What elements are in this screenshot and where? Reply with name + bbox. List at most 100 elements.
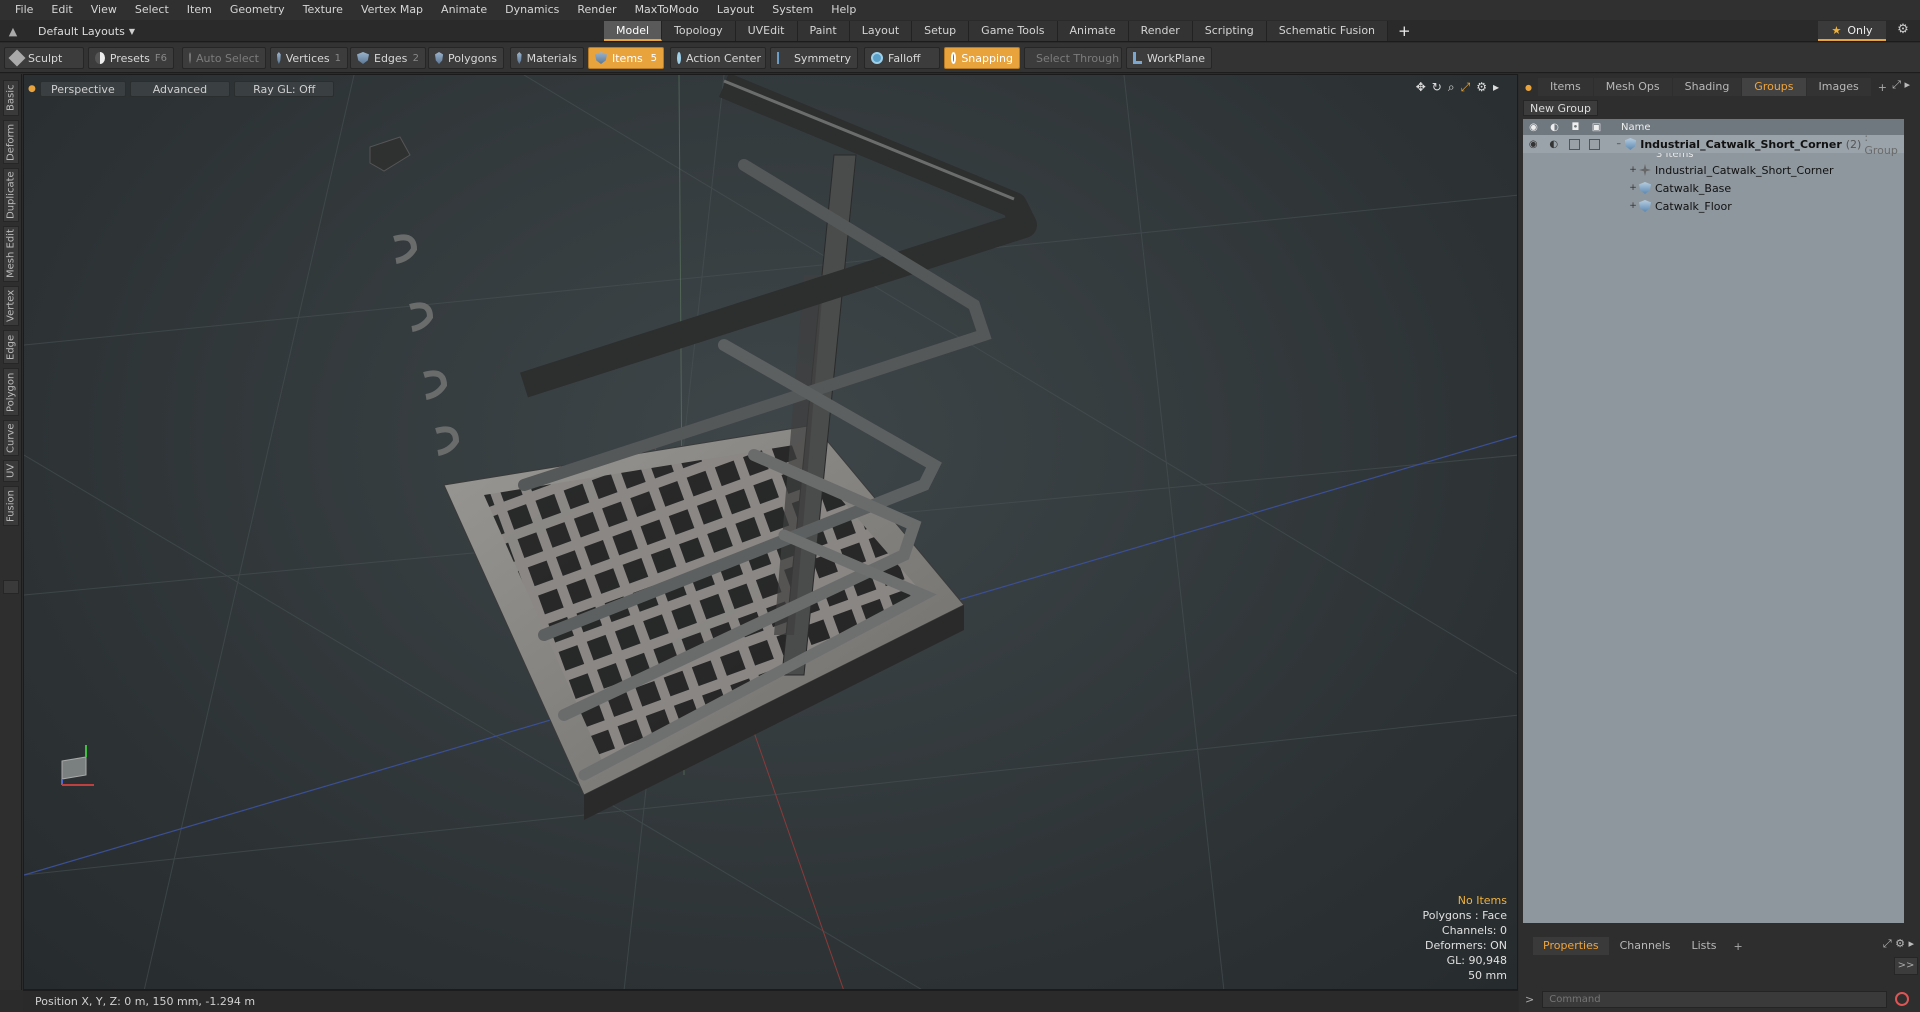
list-item[interactable]: + Industrial_Catwalk_Short_Corner [1523,161,1904,179]
menu-edit[interactable]: Edit [42,0,81,20]
tab-properties[interactable]: Properties [1533,937,1609,955]
top-rail [520,75,1037,398]
select-through-button[interactable]: Select Through [1024,47,1122,69]
menu-animate[interactable]: Animate [432,0,496,20]
tab-shading[interactable]: Shading [1672,78,1742,96]
collapse-up-icon[interactable]: ▲ [0,20,26,42]
tab-channels[interactable]: Channels [1610,937,1681,955]
only-toggle[interactable]: ★ Only [1818,21,1886,41]
symmetry-button[interactable]: Symmetry [770,47,858,69]
tab-lists[interactable]: Lists [1682,937,1727,955]
edges-button[interactable]: Edges 2 [350,47,426,69]
action-center-button[interactable]: Action Center [670,47,766,69]
menu-select[interactable]: Select [126,0,178,20]
tab-basic[interactable]: Basic [3,80,19,116]
falloff-button[interactable]: Falloff [864,47,940,69]
menu-vertex-map[interactable]: Vertex Map [352,0,432,20]
render-column-icon[interactable]: ◐ [1544,122,1565,133]
tab-layout[interactable]: Layout [849,21,913,41]
items-button[interactable]: Items 5 [588,47,664,69]
menu-maxtomodo[interactable]: MaxToModo [626,0,708,20]
menu-texture[interactable]: Texture [294,0,352,20]
menu-help[interactable]: Help [822,0,865,20]
menu-dynamics[interactable]: Dynamics [496,0,568,20]
visibility-toggle[interactable]: ◉ [1523,139,1543,150]
menu-render[interactable]: Render [568,0,625,20]
tab-vertex[interactable]: Vertex [3,286,19,326]
properties-settings-icon[interactable]: ⤢ ⚙ ▸ [1883,937,1914,951]
add-tab-icon[interactable]: + [1388,21,1421,41]
tab-images[interactable]: Images [1806,78,1871,96]
add-properties-tab-icon[interactable]: + [1727,940,1748,953]
menu-layout[interactable]: Layout [708,0,763,20]
command-input[interactable] [1542,990,1888,1008]
polygons-button[interactable]: Polygons [428,47,504,69]
panel-menu-icon[interactable]: ● [1525,83,1532,92]
materials-button[interactable]: Materials [510,47,584,69]
viewport-arrow-icon[interactable]: ▸ [1493,80,1499,95]
menu-view[interactable]: View [82,0,126,20]
render-toggle[interactable]: ◐ [1543,139,1563,150]
zoom-icon[interactable]: ⌕ [1448,80,1455,95]
tab-items[interactable]: Items [1537,78,1593,96]
menu-item[interactable]: Item [178,0,221,20]
expand-panel-icon[interactable]: ⤢ ▸ [1892,78,1910,92]
pan-icon[interactable]: ✥ [1416,80,1426,95]
collapse-group-icon[interactable]: – [1613,139,1625,149]
tab-deform[interactable]: Deform [3,120,19,164]
tab-animate[interactable]: Animate [1057,21,1129,41]
tab-fusion[interactable]: Fusion [3,486,19,526]
gear-icon[interactable]: ⚙ [1893,22,1913,40]
sculpt-button[interactable]: Sculpt [4,47,84,69]
tab-topology[interactable]: Topology [662,21,736,41]
3d-viewport[interactable]: ● Perspective Advanced Ray GL: Off ✥ ↻ ⌕… [23,74,1518,990]
lock-column-icon[interactable]: ◘ [1565,122,1586,133]
tab-scripting[interactable]: Scripting [1192,21,1267,41]
tab-duplicate[interactable]: Duplicate [3,168,19,222]
menu-system[interactable]: System [763,0,822,20]
presets-button[interactable]: Presets F6 [88,47,174,69]
command-history-icon[interactable] [1895,992,1910,1006]
tab-render[interactable]: Render [1128,21,1193,41]
new-group-button[interactable]: New Group [1523,100,1598,116]
tab-model[interactable]: Model [604,21,663,41]
visibility-column-icon[interactable]: ◉ [1523,122,1544,133]
workplane-button[interactable]: WorkPlane [1126,47,1212,69]
tab-mesh-ops[interactable]: Mesh Ops [1593,78,1672,96]
tab-schematic-fusion[interactable]: Schematic Fusion [1266,21,1389,41]
snapping-button[interactable]: Snapping [944,47,1020,69]
tab-polygon[interactable]: Polygon [3,368,19,416]
view-mode-dropdown[interactable]: Perspective [40,81,126,97]
auto-select-button[interactable]: Auto Select [182,47,266,69]
tab-paint[interactable]: Paint [797,21,850,41]
tab-curve[interactable]: Curve [3,420,19,456]
list-item[interactable]: + Catwalk_Floor [1523,197,1904,215]
name-column-header[interactable]: Name [1607,122,1651,133]
menu-geometry[interactable]: Geometry [221,0,294,20]
lock-toggle[interactable] [1564,138,1584,150]
tab-mesh-edit[interactable]: Mesh Edit [3,226,19,282]
vertices-button[interactable]: Vertices 1 [270,47,348,69]
tab-setup[interactable]: Setup [912,21,970,41]
falloff-label: Falloff [888,51,921,65]
tab-uvedit[interactable]: UVEdit [735,21,798,41]
tab-uv[interactable]: UV [3,460,19,482]
expand-properties-button[interactable]: >> [1894,957,1918,975]
left-panel-toggle[interactable] [3,580,19,594]
group-row[interactable]: ◉ ◐ – Industrial_Catwalk_Short_Corner (2… [1523,131,1904,157]
rotate-icon[interactable]: ↻ [1432,80,1442,95]
raygl-toggle[interactable]: Ray GL: Off [234,81,335,97]
tab-edge[interactable]: Edge [3,330,19,364]
viewport-menu-icon[interactable]: ● [28,81,36,97]
add-panel-tab-icon[interactable]: + [1872,81,1893,94]
menu-file[interactable]: File [6,0,42,20]
maximize-icon[interactable]: ⤢ [1461,80,1471,95]
list-item[interactable]: + Catwalk_Base [1523,179,1904,197]
tab-game-tools[interactable]: Game Tools [969,21,1058,41]
viewport-settings-icon[interactable]: ⚙ [1476,80,1487,95]
tab-groups[interactable]: Groups [1742,78,1806,96]
shading-mode-dropdown[interactable]: Advanced [129,81,231,97]
select-column-icon[interactable]: ▣ [1586,122,1607,133]
select-toggle[interactable] [1584,138,1604,150]
layout-selector[interactable]: ▲ Default Layouts ▼ [0,20,135,42]
